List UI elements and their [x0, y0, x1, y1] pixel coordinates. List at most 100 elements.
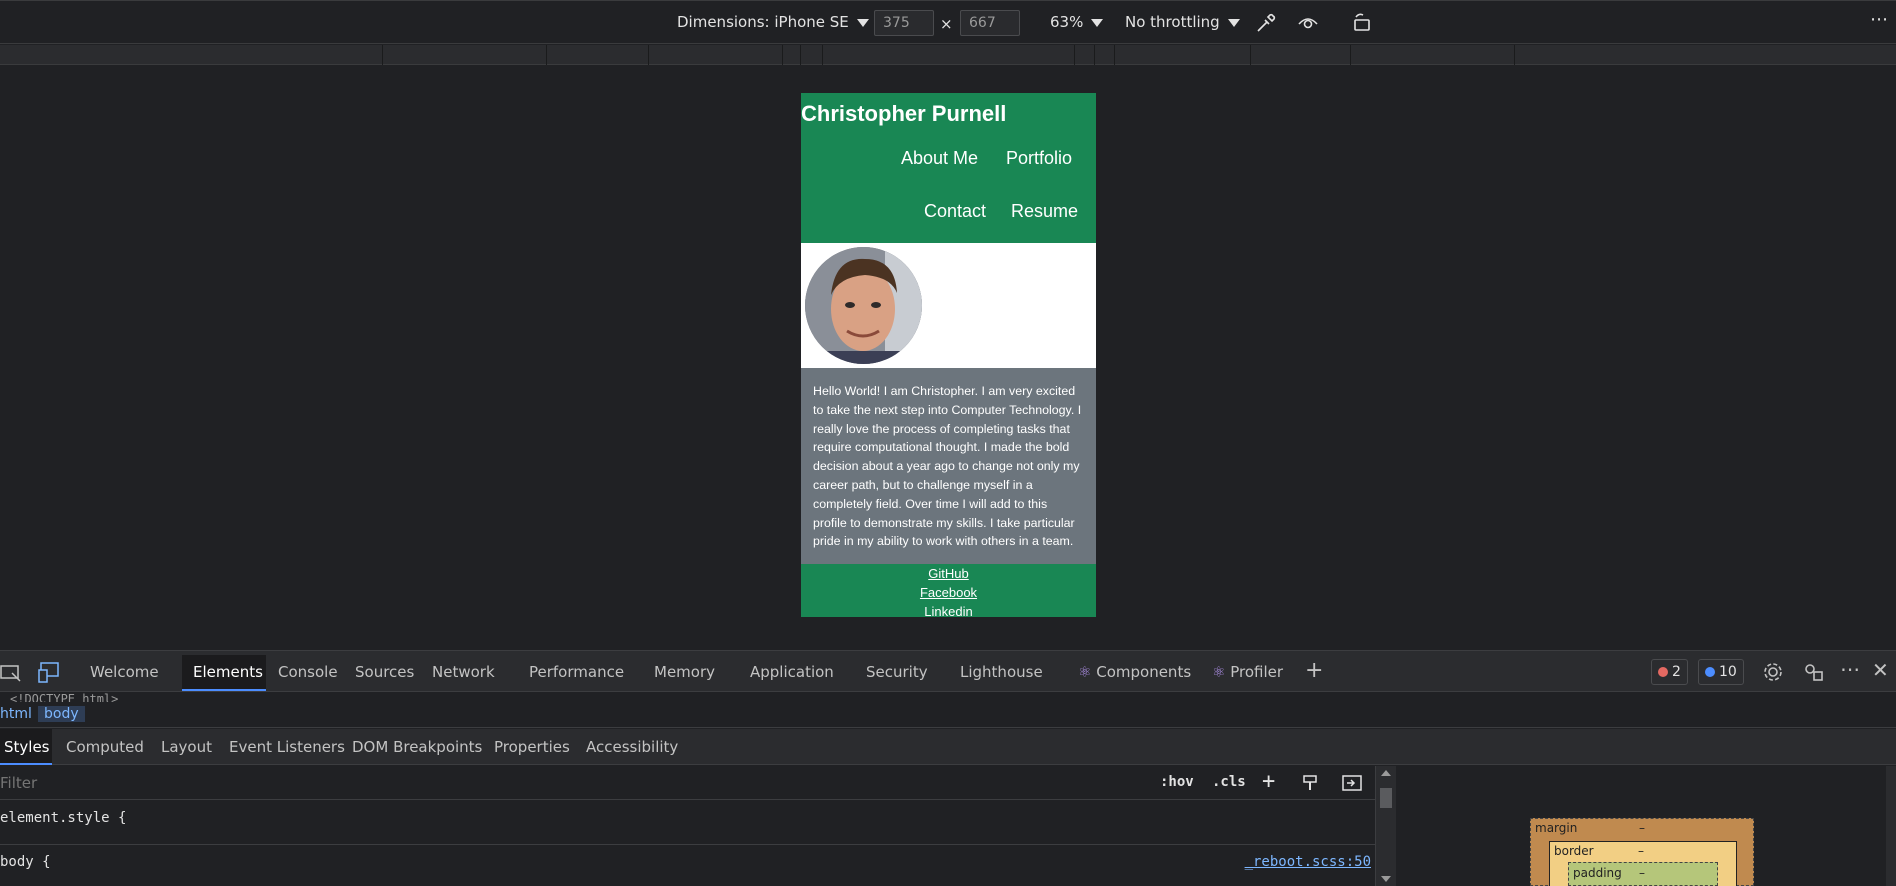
- styles-filter-input[interactable]: [0, 771, 1145, 795]
- chevron-down-icon: [1227, 18, 1240, 27]
- rule-divider: [0, 844, 1376, 845]
- paint-icon[interactable]: [1302, 774, 1320, 792]
- scroll-up-icon[interactable]: [1381, 770, 1391, 776]
- ruler-tick: [1094, 45, 1095, 65]
- scroll-down-icon[interactable]: [1381, 876, 1391, 882]
- tab-performance[interactable]: Performance: [529, 663, 624, 681]
- scrollbar[interactable]: [1376, 766, 1396, 886]
- cls-toggle[interactable]: .cls: [1212, 774, 1246, 790]
- computed-scrollbar[interactable]: [1886, 766, 1896, 886]
- box-model-padding: padding –: [1568, 862, 1718, 886]
- devtools-panel: Welcome Elements Console Sources Network…: [0, 650, 1896, 886]
- times-sign: ×: [940, 15, 953, 33]
- styles-pane: :hov .cls + element.style { body { _rebo…: [0, 766, 1376, 886]
- footer-link-github[interactable]: GitHub: [801, 564, 1096, 583]
- inspect-element-icon[interactable]: [0, 663, 22, 683]
- hero-section: [801, 243, 1096, 368]
- subtab-computed[interactable]: Computed: [66, 738, 144, 756]
- hov-toggle[interactable]: :hov: [1160, 774, 1194, 790]
- scroll-thumb[interactable]: [1380, 788, 1392, 808]
- ruler-tick: [1250, 45, 1251, 65]
- subtab-event-listeners[interactable]: Event Listeners: [229, 738, 345, 756]
- nav-resume[interactable]: Resume: [1011, 201, 1078, 222]
- throttling-label: No throttling: [1125, 13, 1220, 31]
- avatar: [805, 247, 922, 364]
- tab-elements[interactable]: Elements: [193, 663, 263, 681]
- ruler-tick: [1350, 45, 1351, 65]
- rotate-icon[interactable]: [1350, 11, 1374, 35]
- toggle-sidebar-icon[interactable]: [1342, 774, 1362, 792]
- breadcrumb-html[interactable]: html: [0, 706, 32, 722]
- settings-gear-icon[interactable]: [1762, 661, 1784, 683]
- device-toolbar: Dimensions: iPhone SE × 63% No throttlin…: [0, 0, 1896, 44]
- tab-console[interactable]: Console: [278, 663, 338, 681]
- new-style-rule-icon[interactable]: +: [1262, 769, 1275, 794]
- tab-profiler[interactable]: ⚛ Profiler: [1212, 663, 1283, 681]
- dimensions-label: Dimensions: iPhone SE: [677, 13, 849, 31]
- tab-lighthouse[interactable]: Lighthouse: [960, 663, 1043, 681]
- tab-security[interactable]: Security: [866, 663, 928, 681]
- device-viewport: Christopher Purnell About Me Portfolio C…: [0, 66, 1896, 650]
- message-icon: [1705, 667, 1715, 677]
- nav-contact[interactable]: Contact: [924, 201, 986, 222]
- more-options-icon[interactable]: ⋯: [1870, 9, 1888, 30]
- breadcrumb-body[interactable]: body: [38, 706, 85, 722]
- footer-link-facebook[interactable]: Facebook: [801, 583, 1096, 602]
- bio-paragraph: Hello World! I am Christopher. I am very…: [801, 368, 1096, 564]
- ruler-tick: [648, 45, 649, 65]
- border-value[interactable]: –: [1638, 844, 1644, 858]
- tab-welcome[interactable]: Welcome: [90, 663, 159, 681]
- error-count: 2: [1672, 664, 1681, 680]
- tab-sources[interactable]: Sources: [355, 663, 414, 681]
- customize-icon[interactable]: [1802, 661, 1824, 683]
- height-input[interactable]: [960, 10, 1020, 36]
- zoom-dropdown[interactable]: 63%: [1050, 13, 1104, 31]
- add-tab-button[interactable]: +: [1305, 658, 1323, 683]
- eyedropper-icon[interactable]: [1254, 11, 1278, 35]
- more-options-icon[interactable]: ⋯: [1840, 657, 1860, 681]
- throttling-dropdown[interactable]: No throttling: [1125, 13, 1240, 31]
- ruler-tick: [800, 45, 801, 65]
- device-emulation-icon[interactable]: [38, 661, 62, 683]
- subtab-styles[interactable]: Styles: [4, 738, 50, 756]
- tab-components-label: Components: [1096, 663, 1192, 681]
- error-count-badge[interactable]: 2: [1651, 659, 1688, 685]
- ruler-tick: [546, 45, 547, 65]
- source-link[interactable]: _reboot.scss:50: [1245, 854, 1371, 870]
- dimensions-dropdown[interactable]: Dimensions: iPhone SE: [677, 13, 869, 31]
- footer-link-linkedin[interactable]: Linkedin: [801, 602, 1096, 617]
- subtab-layout[interactable]: Layout: [161, 738, 212, 756]
- width-input[interactable]: [874, 10, 934, 36]
- margin-value[interactable]: –: [1639, 821, 1645, 835]
- tab-components[interactable]: ⚛ Components: [1078, 663, 1191, 681]
- device-screen: Christopher Purnell About Me Portfolio C…: [801, 93, 1096, 617]
- message-count-badge[interactable]: 10: [1698, 659, 1744, 685]
- close-icon[interactable]: ✕: [1872, 658, 1889, 682]
- tab-network[interactable]: Network: [432, 663, 495, 681]
- body-rule: body {: [0, 854, 51, 870]
- chevron-down-icon: [856, 18, 869, 27]
- react-icon: ⚛: [1212, 663, 1226, 681]
- nav-portfolio[interactable]: Portfolio: [1006, 148, 1072, 169]
- ruler-tick: [1514, 45, 1515, 65]
- ruler-tick: [782, 45, 783, 65]
- subtab-properties[interactable]: Properties: [494, 738, 570, 756]
- chevron-down-icon: [1091, 18, 1104, 27]
- vision-deficiency-icon[interactable]: [1296, 11, 1320, 35]
- message-count: 10: [1719, 664, 1737, 680]
- subtab-accessibility[interactable]: Accessibility: [586, 738, 678, 756]
- margin-label: margin: [1535, 821, 1578, 835]
- tab-profiler-label: Profiler: [1230, 663, 1284, 681]
- border-label: border: [1554, 844, 1594, 858]
- subtab-dom-breakpoints[interactable]: DOM Breakpoints: [352, 738, 482, 756]
- site-header: Christopher Purnell About Me Portfolio C…: [801, 93, 1096, 243]
- doctype-line: <!DOCTYPE html>: [10, 692, 119, 702]
- nav-about-me[interactable]: About Me: [901, 148, 978, 169]
- tab-application[interactable]: Application: [750, 663, 834, 681]
- padding-label: padding: [1573, 866, 1622, 880]
- element-style-rule: element.style {: [0, 810, 127, 826]
- tab-memory[interactable]: Memory: [654, 663, 715, 681]
- styles-subtab-bar: Styles Computed Layout Event Listeners D…: [0, 729, 1896, 765]
- padding-value[interactable]: –: [1639, 866, 1645, 880]
- ruler-tick: [822, 45, 823, 65]
